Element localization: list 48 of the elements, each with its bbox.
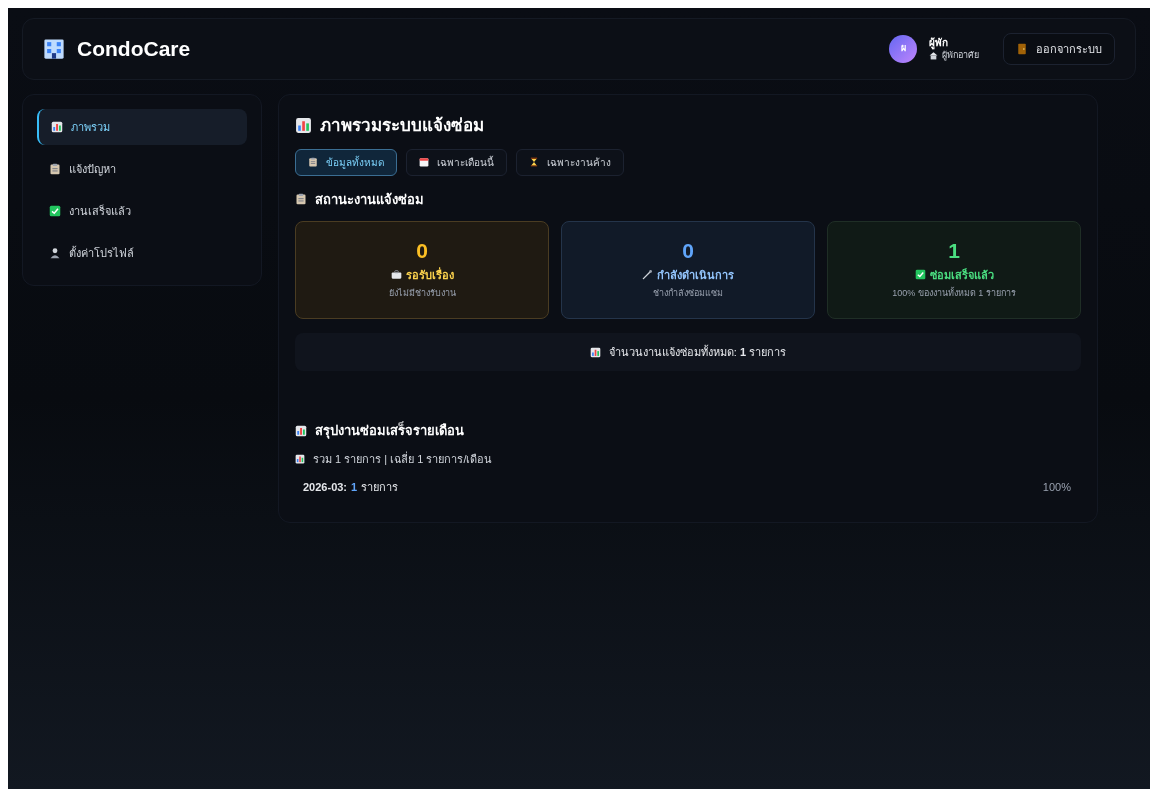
month-percent: 100% <box>1042 480 1071 495</box>
status-note: ช่างกำลังซ่อมแซม <box>653 287 723 300</box>
user-role: ผู้พักอาศัย <box>942 49 979 61</box>
filter-tab[interactable]: ข้อมูลทั้งหมด <box>295 148 397 176</box>
door-icon <box>1016 43 1028 55</box>
house-icon <box>929 50 938 60</box>
chart-icon <box>589 346 601 358</box>
month-unit: รายการ <box>361 480 399 495</box>
status-count: 0 <box>682 239 694 261</box>
section-heading: สถานะงานแจ้งซ่อม <box>315 190 424 209</box>
check-icon <box>914 269 926 281</box>
briefcase-icon <box>390 269 402 281</box>
sidebar-item[interactable]: แจ้งปัญหา <box>37 151 247 187</box>
user-name: ผู้พัก <box>929 37 949 50</box>
summary-text: รวม 1 รายการ | เฉลี่ย 1 รายการ/เดือน <box>313 450 493 467</box>
filter-tab[interactable]: เฉพาะเดือนนี้ <box>406 148 507 176</box>
sidebar-item[interactable]: ภาพรวม <box>37 109 247 145</box>
sidebar-item[interactable]: งานเสร็จแล้ว <box>37 193 247 229</box>
clipboard-icon <box>49 163 61 175</box>
status-count: 1 <box>948 239 960 261</box>
status-label: ซ่อมเสร็จแล้ว <box>929 267 994 283</box>
status-note: 100% ของงานทั้งหมด 1 รายการ <box>892 287 1016 300</box>
chart-icon <box>295 453 305 464</box>
chart-icon <box>295 117 312 135</box>
status-count: 0 <box>416 239 428 261</box>
status-note: ยังไม่มีช่างรับงาน <box>388 287 456 300</box>
clipboard-icon <box>295 193 307 206</box>
sidebar-item[interactable]: ตั้งค่าโปรไฟล์ <box>37 235 247 271</box>
filter-tab[interactable]: เฉพาะงานค้าง <box>516 148 624 176</box>
chart-icon <box>51 121 63 133</box>
total-text: จำนวนงานแจ้งซ่อมทั้งหมด: 1 รายการ <box>608 344 787 360</box>
wrench-icon <box>642 269 653 281</box>
status-label: กำลังดำเนินการ <box>657 267 734 283</box>
hourglass-icon <box>529 157 539 167</box>
calendar-icon <box>419 157 429 167</box>
page-title: ภาพรวมระบบแจ้งซ่อม <box>320 115 484 137</box>
month-label: 2026-03: <box>303 480 348 495</box>
chart-icon <box>295 424 307 437</box>
status-label: รอรับเรื่อง <box>405 266 454 283</box>
clipboard-icon <box>308 157 318 167</box>
brand-name: CondoCare <box>77 36 191 63</box>
month-count: 1 <box>351 480 358 495</box>
user-avatar: ผ <box>889 35 917 63</box>
check-icon <box>49 205 61 217</box>
building-icon <box>43 38 65 60</box>
logout-button[interactable]: ออกจากระบบ <box>1003 33 1115 65</box>
person-icon <box>49 247 61 259</box>
section-heading: สรุปงานซ่อมเสร็จรายเดือน <box>315 421 464 441</box>
